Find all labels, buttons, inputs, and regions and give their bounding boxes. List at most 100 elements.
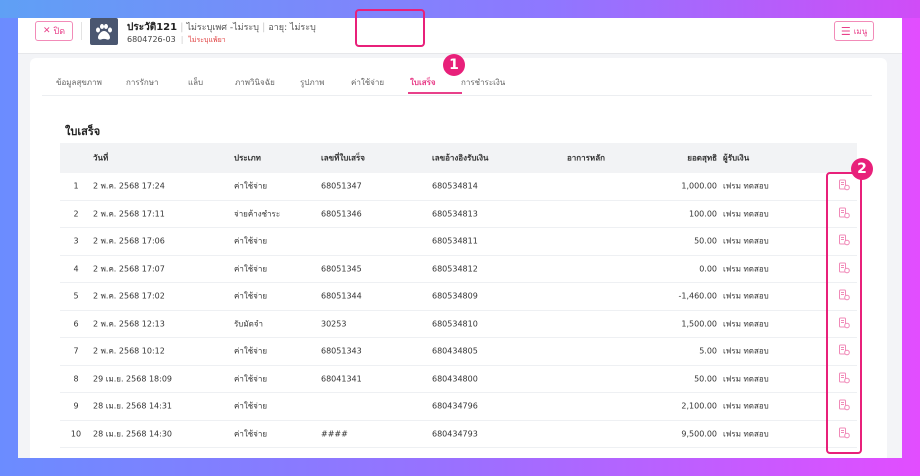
row-receipt-no: #### bbox=[321, 429, 348, 439]
row-number: 4 bbox=[73, 264, 79, 274]
table-body: 1 2 พ.ค. 2568 17:24 ค่าใช้จ่าย 68051347 6805… bbox=[60, 173, 857, 448]
row-type: จ่ายค้างชำระ bbox=[234, 209, 281, 219]
row-number: 5 bbox=[73, 291, 79, 301]
col-date: วันที่ bbox=[93, 153, 109, 163]
tab-lab[interactable]: แล็บ bbox=[188, 76, 203, 89]
row-type: รับมัดจำ bbox=[234, 319, 264, 329]
row-number: 6 bbox=[73, 319, 79, 329]
active-tab-indicator bbox=[408, 92, 462, 94]
tab-health[interactable]: ข้อมูลสุขภาพ bbox=[56, 76, 102, 89]
col-net: ยอดสุทธิ bbox=[687, 153, 717, 163]
annotation-badge-1: 1 bbox=[443, 54, 465, 76]
row-receipt-no: 68051343 bbox=[321, 346, 362, 356]
row-net: 100.00 bbox=[689, 209, 717, 219]
pet-id-line: 6804726-03 | ไม่ระบุแพ้ยา bbox=[127, 35, 226, 44]
row-receipt-no: 68041341 bbox=[321, 374, 362, 384]
col-ref-no: เลขอ้างอิงรับเงิน bbox=[432, 153, 489, 163]
row-date: 2 พ.ค. 2568 17:02 bbox=[93, 291, 165, 301]
content-card: ข้อมูลสุขภาพ การรักษา แล็บ ภาพวินิจฉัย ร… bbox=[30, 58, 887, 458]
row-receiver: เฟรม ทดสอบ bbox=[723, 209, 769, 219]
row-date: 28 เม.ย. 2568 14:31 bbox=[93, 401, 173, 411]
row-net: 2,100.00 bbox=[681, 401, 717, 411]
tab-treatment[interactable]: การรักษา bbox=[126, 76, 159, 89]
col-receiver: ผู้รับเงิน bbox=[723, 153, 750, 163]
row-net: 9,500.00 bbox=[681, 429, 717, 439]
table-header: วันที่ ประเภท เลขที่ใบเสร็จ เลขอ้างอิงรั… bbox=[60, 143, 857, 173]
col-symptom: อาการหลัก bbox=[567, 153, 605, 163]
row-type: ค่าใช้จ่าย bbox=[234, 346, 268, 356]
table-row: 10 28 เม.ย. 2568 14:30 ค่าใช้จ่าย #### 68043… bbox=[60, 421, 857, 448]
tab-photos[interactable]: รูปภาพ bbox=[300, 76, 324, 89]
pet-record-window: ✕ ปิด ประวัติ121 | ไม่ระบุเพศ -ไม่ระบุ | อายุ… bbox=[18, 18, 902, 458]
table-row: 6 2 พ.ค. 2568 12:13 รับมัดจำ 30253 680534810… bbox=[60, 311, 857, 338]
hamburger-icon: ☰ bbox=[840, 24, 851, 38]
table-row: 7 2 พ.ค. 2568 10:12 ค่าใช้จ่าย 68051343 6804… bbox=[60, 338, 857, 366]
row-ref-no: 680534813 bbox=[432, 209, 478, 219]
row-type: ค่าใช้จ่าย bbox=[234, 181, 268, 191]
row-ref-no: 680434800 bbox=[432, 374, 478, 384]
row-receiver: เฟรม ทดสอบ bbox=[723, 181, 769, 191]
row-receiver: เฟรม ทดสอบ bbox=[723, 401, 769, 411]
row-ref-no: 680534814 bbox=[432, 181, 478, 191]
row-number: 3 bbox=[73, 236, 79, 246]
row-type: ค่าใช้จ่าย bbox=[234, 291, 268, 301]
row-net: 1,000.00 bbox=[681, 181, 717, 191]
row-ref-no: 680434793 bbox=[432, 429, 478, 439]
pet-name: ประวัติ121 bbox=[127, 22, 178, 33]
row-receipt-no: 68051345 bbox=[321, 264, 362, 274]
row-ref-no: 680534810 bbox=[432, 319, 478, 329]
row-net: 50.00 bbox=[694, 236, 717, 246]
row-receiver: เฟรม ทดสอบ bbox=[723, 319, 769, 329]
row-date: 2 พ.ค. 2568 17:11 bbox=[93, 209, 165, 219]
row-ref-no: 680434796 bbox=[432, 401, 478, 411]
row-ref-no: 680534811 bbox=[432, 236, 478, 246]
row-date: 29 เม.ย. 2568 18:09 bbox=[93, 374, 173, 384]
pet-info: ประวัติ121 | ไม่ระบุเพศ -ไม่ระบุ | อายุ: ไม่… bbox=[127, 22, 316, 33]
allergy-status: ไม่ระบุแพ้ยา bbox=[188, 36, 226, 44]
row-receipt-no: 68051344 bbox=[321, 291, 362, 301]
pet-age: อายุ: ไม่ระบุ bbox=[268, 23, 316, 33]
row-number: 2 bbox=[73, 209, 79, 219]
pet-breed: ไม่ระบุเพศ -ไม่ระบุ bbox=[186, 23, 259, 33]
row-date: 28 เม.ย. 2568 14:30 bbox=[93, 429, 173, 439]
row-ref-no: 680534812 bbox=[432, 264, 478, 274]
row-net: 1,500.00 bbox=[681, 319, 717, 329]
tab-imaging[interactable]: ภาพวินิจฉัย bbox=[235, 76, 275, 89]
row-receipt-no: 30253 bbox=[321, 319, 347, 329]
tab-expenses[interactable]: ค่าใช้จ่าย bbox=[351, 76, 384, 89]
header: ✕ ปิด ประวัติ121 | ไม่ระบุเพศ -ไม่ระบุ | อายุ… bbox=[18, 18, 902, 54]
tab-payments[interactable]: การชำระเงิน bbox=[461, 76, 505, 89]
row-receiver: เฟรม ทดสอบ bbox=[723, 346, 769, 356]
table-row: 1 2 พ.ค. 2568 17:24 ค่าใช้จ่าย 68051347 6805… bbox=[60, 173, 857, 201]
row-number: 1 bbox=[73, 181, 79, 191]
table-row: 4 2 พ.ค. 2568 17:07 ค่าใช้จ่าย 68051345 6805… bbox=[60, 256, 857, 283]
top-gradient bbox=[0, 0, 920, 18]
close-button[interactable]: ✕ ปิด bbox=[35, 21, 73, 41]
row-date: 2 พ.ค. 2568 17:24 bbox=[93, 181, 165, 191]
row-net: 5.00 bbox=[699, 346, 717, 356]
row-number: 10 bbox=[70, 429, 82, 439]
row-receiver: เฟรม ทดสอบ bbox=[723, 429, 769, 439]
highlight-box-actions bbox=[826, 172, 862, 454]
table-row: 2 2 พ.ค. 2568 17:11 จ่ายค้างชำระ 68051346 68… bbox=[60, 201, 857, 228]
row-date: 2 พ.ค. 2568 10:12 bbox=[93, 346, 165, 356]
row-receiver: เฟรม ทดสอบ bbox=[723, 291, 769, 301]
table-row: 8 29 เม.ย. 2568 18:09 ค่าใช้จ่าย 68041341 68… bbox=[60, 366, 857, 393]
row-date: 2 พ.ค. 2568 12:13 bbox=[93, 319, 165, 329]
row-number: 7 bbox=[73, 346, 79, 356]
pet-id: 6804726-03 bbox=[127, 35, 176, 44]
annotation-badge-2: 2 bbox=[851, 158, 873, 180]
table-row: 9 28 เม.ย. 2568 14:31 ค่าใช้จ่าย 680434796 2… bbox=[60, 393, 857, 421]
row-receiver: เฟรม ทดสอบ bbox=[723, 236, 769, 246]
tab-receipts[interactable]: ใบเสร็จ bbox=[410, 76, 436, 89]
row-date: 2 พ.ค. 2568 17:06 bbox=[93, 236, 165, 246]
row-number: 8 bbox=[73, 374, 79, 384]
divider bbox=[81, 22, 82, 40]
menu-button[interactable]: ☰ เมนู bbox=[834, 21, 874, 41]
receipts-table: วันที่ ประเภท เลขที่ใบเสร็จ เลขอ้างอิงรั… bbox=[60, 143, 857, 448]
highlight-box-receipts-tab bbox=[355, 9, 425, 47]
table-row: 3 2 พ.ค. 2568 17:06 ค่าใช้จ่าย 680534811 50.… bbox=[60, 228, 857, 256]
row-type: ค่าใช้จ่าย bbox=[234, 401, 268, 411]
col-receipt-no: เลขที่ใบเสร็จ bbox=[321, 153, 365, 163]
row-ref-no: 680434805 bbox=[432, 346, 478, 356]
